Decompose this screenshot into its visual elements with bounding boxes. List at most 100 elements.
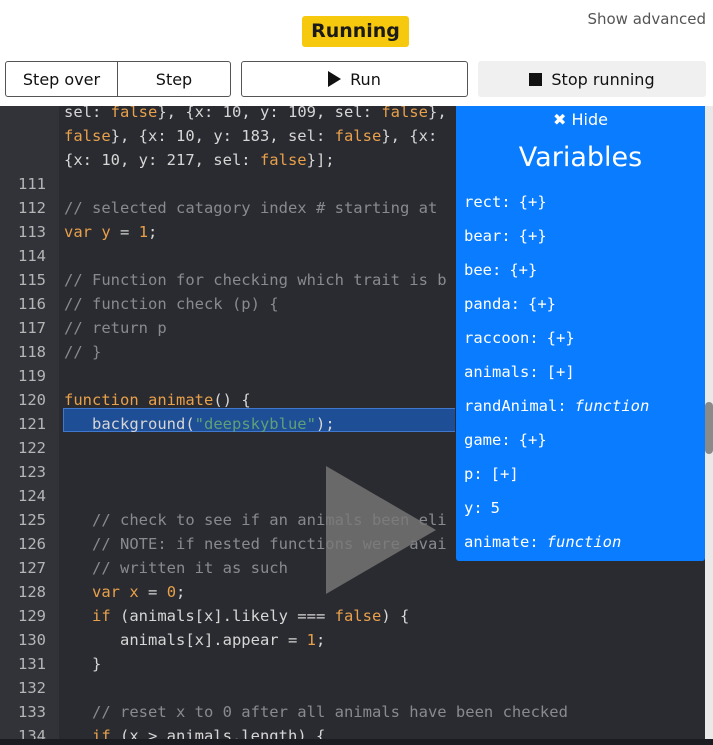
line-number: 123 <box>18 463 46 481</box>
code-text: function animate() { <box>64 388 251 412</box>
line-number: 113 <box>18 223 46 241</box>
step-label: Step <box>155 69 193 89</box>
code-token: false <box>110 106 158 121</box>
code-token: // } <box>64 343 102 361</box>
code-token: 1 <box>306 631 316 649</box>
line-number: 130 <box>18 631 46 649</box>
code-line: 132 <box>0 676 713 700</box>
variable-expand-toggle[interactable]: {+} <box>547 329 575 347</box>
code-token: if <box>92 607 111 625</box>
code-token: ) { <box>381 607 410 625</box>
variable-row: p: [+] <box>464 465 519 483</box>
code-token: ; <box>176 583 186 601</box>
code-token: // function check (p) { <box>64 295 279 313</box>
code-token: false <box>334 127 382 145</box>
variable-row: randAnimal: function <box>464 397 649 415</box>
line-number: 119 <box>18 367 46 385</box>
code-token: // selected catagory index # starting at <box>64 199 438 217</box>
variable-expand-toggle[interactable]: [+] <box>547 363 575 381</box>
scrollbar-thumb[interactable] <box>705 402 713 454</box>
code-line: 129 if (animals[x].likely === false) { <box>0 604 713 628</box>
code-text: {x: 10, y: 217, sel: false}]; <box>64 148 335 172</box>
code-line: 133 // reset x to 0 after all animals ha… <box>0 700 713 724</box>
code-token: 0 <box>166 583 177 601</box>
variable-expand-toggle[interactable]: {+} <box>519 431 547 449</box>
code-text: background("deepskyblue"); <box>64 412 335 436</box>
variable-name: p: <box>464 465 483 483</box>
code-text: // selected catagory index # starting at <box>64 196 437 220</box>
variable-name: panda: <box>464 295 520 313</box>
code-token: // Function for checking which trait is … <box>64 271 447 289</box>
line-number: 131 <box>18 655 46 673</box>
stop-running-button[interactable]: Stop running <box>478 61 706 97</box>
hide-label: Hide <box>571 110 608 129</box>
variable-expand-toggle[interactable]: {+} <box>528 295 556 313</box>
code-token: var <box>92 583 120 601</box>
code-token: // written it as such <box>64 559 288 577</box>
variable-expand-toggle[interactable]: [+] <box>491 465 519 483</box>
code-token: }, {x: 10, y: 109, sel: <box>157 106 382 121</box>
code-token: false <box>259 151 307 169</box>
code-token: }, {x: <box>381 127 438 145</box>
line-number: 125 <box>18 511 46 529</box>
variable-name: bee: <box>464 261 502 279</box>
play-overlay-icon[interactable] <box>326 466 436 594</box>
code-token: sel: <box>64 106 111 121</box>
variable-expand-toggle[interactable]: {+} <box>519 227 547 245</box>
code-text: // Function for checking which trait is … <box>64 268 447 292</box>
code-token: } <box>64 655 102 673</box>
code-token: false <box>334 607 382 625</box>
line-number: 128 <box>18 583 46 601</box>
line-number: 111 <box>18 175 46 193</box>
step-over-button[interactable]: Step over <box>5 61 118 97</box>
line-number: 126 <box>18 535 46 553</box>
line-number: 124 <box>18 487 46 505</box>
variable-expand-toggle[interactable]: {+} <box>509 261 537 279</box>
vertical-scrollbar[interactable] <box>705 106 713 739</box>
code-token: y <box>101 223 111 241</box>
code-line: 130 animals[x].appear = 1; <box>0 628 713 652</box>
variable-value: function <box>574 397 650 415</box>
code-token: 1 <box>138 223 149 241</box>
variable-expand-toggle[interactable]: {+} <box>519 193 547 211</box>
variable-name: animals: <box>464 363 539 381</box>
show-advanced-link[interactable]: Show advanced <box>587 10 706 28</box>
code-token: animals[x].appear = <box>64 631 307 649</box>
line-number: 121 <box>18 415 46 433</box>
code-token: false <box>381 106 428 121</box>
code-token: ; <box>315 631 326 649</box>
line-number: 133 <box>18 703 46 721</box>
code-token: // reset x to 0 after all animals have b… <box>64 703 568 721</box>
code-token: ; <box>148 223 158 241</box>
code-text: var y = 1; <box>64 220 157 244</box>
code-token: ); <box>315 415 335 433</box>
code-token: }, {x: 10, y: 183, sel: <box>110 127 335 145</box>
code-text: false}, {x: 10, y: 183, sel: false}, {x: <box>64 124 437 148</box>
code-text: // written it as such <box>64 556 288 580</box>
code-token: background( <box>64 415 195 433</box>
variable-row: game: {+} <box>464 431 547 449</box>
close-icon: ✖ <box>553 110 567 129</box>
variable-row: y: 5 <box>464 499 500 517</box>
variable-row: animals: [+] <box>464 363 575 381</box>
code-token: "deepskyblue" <box>194 415 316 433</box>
hide-button[interactable]: ✖ Hide <box>456 110 705 129</box>
variable-name: game: <box>464 431 511 449</box>
variable-row: animate: function <box>464 533 621 551</box>
line-number: 114 <box>18 247 46 265</box>
run-button[interactable]: Run <box>241 61 468 97</box>
variable-row: raccoon: {+} <box>464 329 575 347</box>
code-token: {x: 10, y: 217, sel: <box>64 151 260 169</box>
run-label: Run <box>350 69 381 89</box>
step-button[interactable]: Step <box>117 61 231 97</box>
code-text: animals[x].appear = 1; <box>64 628 325 652</box>
variable-row: bee: {+} <box>464 261 537 279</box>
variable-name: y: <box>464 499 483 517</box>
variables-panel: ✖ Hide Variables rect: {+} bear: {+} bee: {+}… <box>456 106 705 561</box>
line-number: 120 <box>18 391 46 409</box>
stop-icon <box>529 72 543 86</box>
